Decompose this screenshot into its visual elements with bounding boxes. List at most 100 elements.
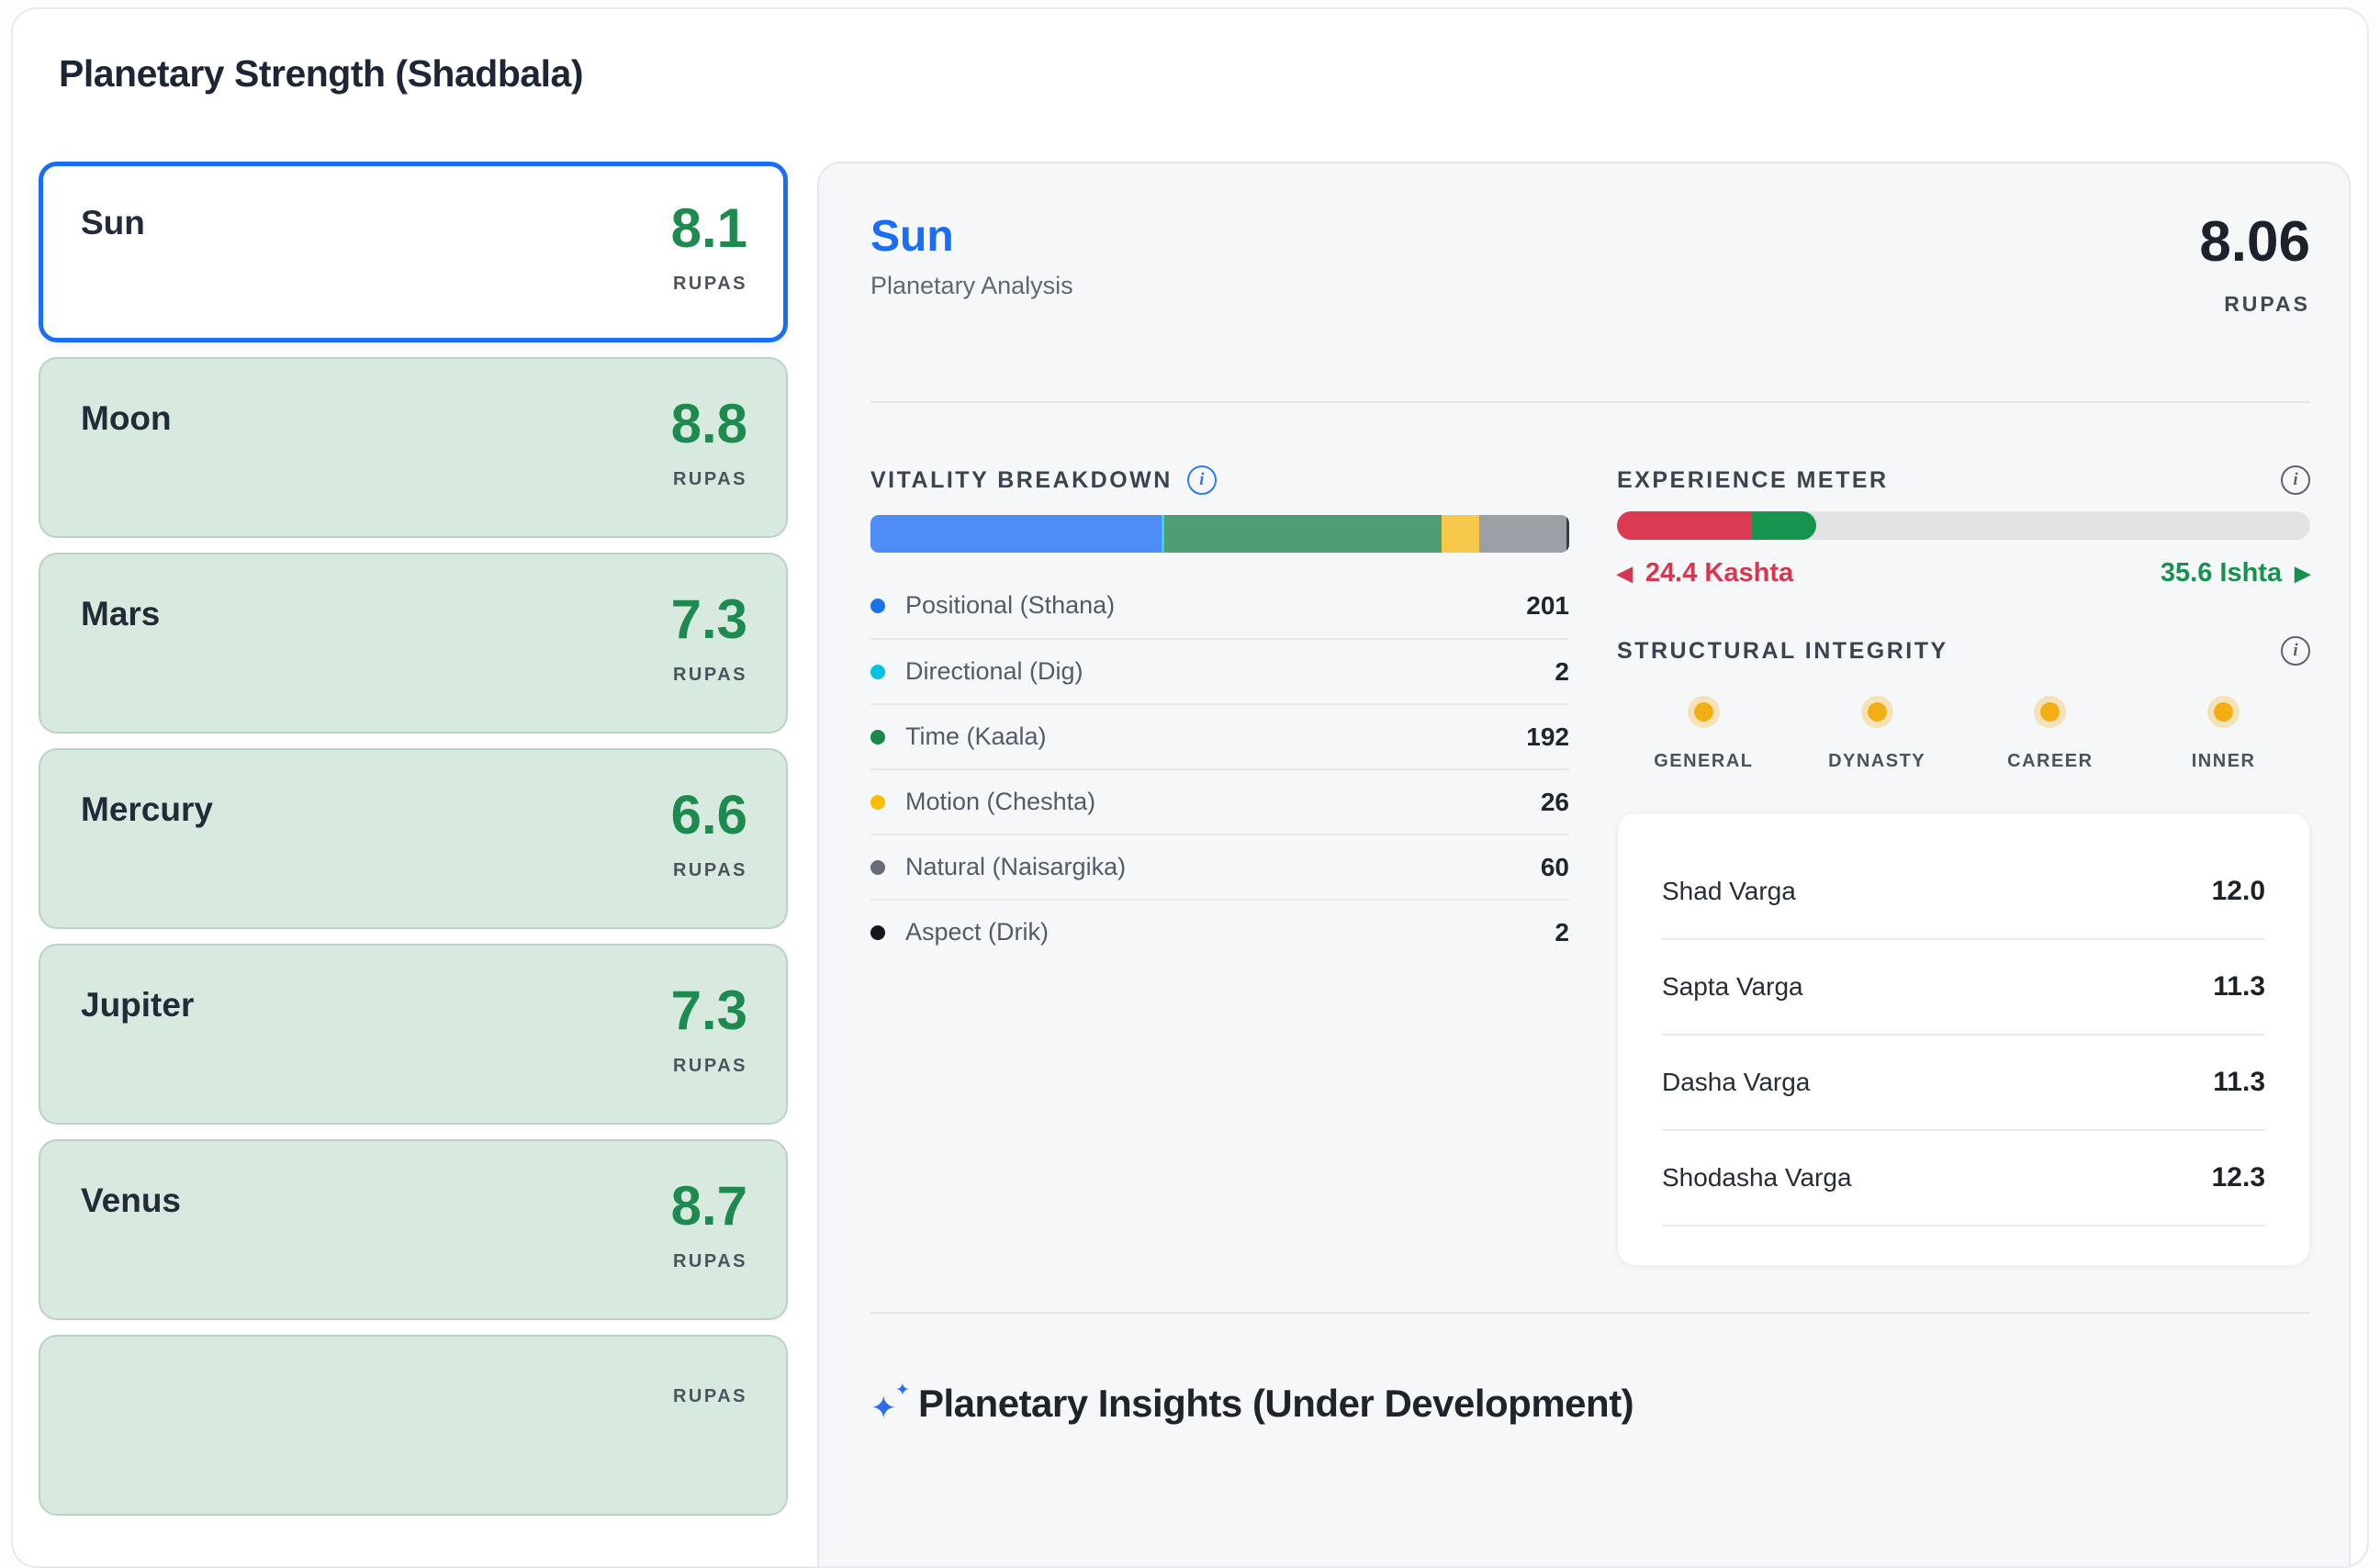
content: Sun 8.1 RUPAS Moon 8.8 RUPAS Mars (39, 162, 2351, 1568)
analysis-columns: VITALITY BREAKDOWN i (870, 465, 2310, 1266)
ishta-text: 35.6 Ishta (2161, 558, 2282, 588)
planet-name: Venus (81, 1176, 181, 1318)
detail-units-label: RUPAS (2224, 292, 2310, 317)
vitality-row: Natural (Naisargika) 60 (870, 834, 1569, 899)
planet-units-label: RUPAS (673, 665, 747, 686)
integrity-label: INNER (2192, 751, 2256, 772)
planet-card[interactable]: Moon 8.8 RUPAS (39, 357, 788, 538)
varga-value: 11.3 (2213, 971, 2265, 1002)
vitality-value: 2 (1555, 918, 1569, 947)
integrity-item: INNER (2137, 680, 2310, 772)
planet-score: RUPAS (673, 1372, 747, 1514)
experience-meter-ishta-fill (1752, 511, 1815, 540)
vitality-bar-segment (1442, 515, 1479, 553)
varga-label: Shad Varga (1662, 877, 1796, 906)
vitality-section: VITALITY BREAKDOWN i (870, 465, 1569, 1266)
varga-card: Shad Varga 12.0 Sapta Varga 11.3 Dasha V… (1617, 812, 2310, 1266)
vitality-label: Positional (Sthana) (905, 591, 1115, 620)
vitality-list: Positional (Sthana) 201 Directional (Dig… (870, 573, 1569, 964)
planet-card[interactable]: RUPAS (39, 1335, 788, 1516)
vitality-row: Positional (Sthana) 201 (870, 573, 1569, 638)
planet-card[interactable]: Mercury 6.6 RUPAS (39, 748, 788, 929)
varga-row: Shad Varga 12.0 (1662, 845, 2265, 940)
analysis-panel: Sun Planetary Analysis 8.06 RUPAS VITALI… (817, 162, 2351, 1568)
info-icon[interactable]: i (1187, 465, 1217, 495)
info-icon[interactable]: i (2281, 636, 2310, 666)
planet-score: 6.6 RUPAS (671, 785, 747, 927)
planet-value: 7.3 (671, 980, 747, 1041)
planet-units-label: RUPAS (673, 1056, 747, 1077)
experience-heading-row: EXPERIENCE METER i (1617, 465, 2310, 495)
experience-meter-kashta-fill (1617, 511, 1752, 540)
vitality-bar-segment (1566, 515, 1569, 553)
detail-total-value: 8.06 (2199, 213, 2310, 272)
planet-value: 6.6 (671, 785, 747, 846)
planet-card[interactable]: Mars 7.3 RUPAS (39, 553, 788, 734)
planet-value: 8.1 (671, 198, 747, 259)
right-arrow-icon: ▶ (2295, 562, 2310, 586)
vitality-stacked-bar (870, 515, 1569, 553)
varga-label: Shodasha Varga (1662, 1163, 1852, 1193)
varga-row: Dasha Varga 11.3 (1662, 1036, 2265, 1131)
planet-score: 7.3 RUPAS (671, 589, 747, 732)
integrity-heading-row: STRUCTURAL INTEGRITY i (1617, 636, 2310, 666)
integrity-item: DYNASTY (1791, 680, 1964, 772)
planet-value: 8.8 (671, 394, 747, 454)
planet-name: Jupiter (81, 980, 194, 1123)
status-dot-icon (2040, 702, 2060, 722)
kashta-label: ◀ 24.4 Kashta (1617, 558, 1793, 588)
header-divider (870, 401, 2310, 403)
vitality-row: Aspect (Drik) 2 (870, 899, 1569, 964)
varga-value: 11.3 (2213, 1067, 2265, 1098)
vitality-label: Directional (Dig) (905, 657, 1083, 686)
planet-score: 8.1 RUPAS (671, 198, 747, 338)
planet-score: 8.8 RUPAS (671, 394, 747, 536)
experience-heading: EXPERIENCE METER (1617, 467, 1889, 494)
vitality-label: Aspect (Drik) (905, 918, 1049, 946)
status-dot-icon (2214, 702, 2233, 722)
vitality-row: Time (Kaala) 192 (870, 703, 1569, 768)
vitality-label: Motion (Cheshta) (905, 788, 1095, 816)
varga-row: Shodasha Varga 12.3 (1662, 1131, 2265, 1226)
varga-label: Dasha Varga (1662, 1068, 1810, 1097)
detail-planet-name: Sun (870, 213, 1073, 261)
legend-dot-icon (870, 925, 885, 940)
planet-units-label: RUPAS (673, 1386, 747, 1407)
info-icon[interactable]: i (2281, 465, 2310, 495)
vitality-heading-row: VITALITY BREAKDOWN i (870, 465, 1569, 495)
experience-meter-labels: ◀ 24.4 Kashta 35.6 Ishta ▶ (1617, 558, 2310, 588)
integrity-label: CAREER (2007, 751, 2093, 772)
status-dot-icon (1868, 702, 1887, 722)
planet-card[interactable]: Jupiter 7.3 RUPAS (39, 944, 788, 1125)
legend-dot-icon (870, 795, 885, 810)
page-title: Planetary Strength (Shadbala) (59, 50, 2351, 97)
vitality-bar-segment (870, 515, 1162, 553)
panel-header: Sun Planetary Analysis 8.06 RUPAS (870, 213, 2310, 317)
legend-dot-icon (870, 665, 885, 679)
integrity-section: STRUCTURAL INTEGRITY i GENERAL (1617, 636, 2310, 772)
vitality-bar-segment (1164, 515, 1443, 553)
panel-header-left: Sun Planetary Analysis (870, 213, 1073, 317)
planet-score: 7.3 RUPAS (671, 980, 747, 1123)
integrity-grid: GENERAL DYNASTY CAREER (1617, 680, 2310, 772)
planet-value: 8.7 (671, 1176, 747, 1237)
vitality-label: Time (Kaala) (905, 722, 1047, 751)
vitality-value: 201 (1526, 591, 1569, 621)
shadbala-panel: Planetary Strength (Shadbala) Sun 8.1 RU… (11, 7, 2369, 1568)
insights-title: Planetary Insights (Under Development) (918, 1382, 1633, 1426)
planet-units-label: RUPAS (673, 274, 747, 295)
vitality-label: Natural (Naisargika) (905, 853, 1126, 881)
planet-score: 8.7 RUPAS (671, 1176, 747, 1318)
integrity-label: GENERAL (1654, 751, 1753, 772)
integrity-label: DYNASTY (1828, 751, 1925, 772)
planet-card[interactable]: Sun 8.1 RUPAS (39, 162, 788, 342)
planet-name: Mercury (81, 785, 213, 927)
legend-dot-icon (870, 860, 885, 875)
vitality-heading: VITALITY BREAKDOWN (870, 467, 1173, 494)
planet-value: 7.3 (671, 589, 747, 650)
sparkle-glyph: ✦ (895, 1382, 910, 1399)
planet-name: Mars (81, 589, 160, 732)
status-dot-icon (1694, 702, 1713, 722)
experience-section: EXPERIENCE METER i ◀ 24.4 Kashta 35 (1617, 465, 2310, 1266)
planet-card[interactable]: Venus 8.7 RUPAS (39, 1139, 788, 1320)
